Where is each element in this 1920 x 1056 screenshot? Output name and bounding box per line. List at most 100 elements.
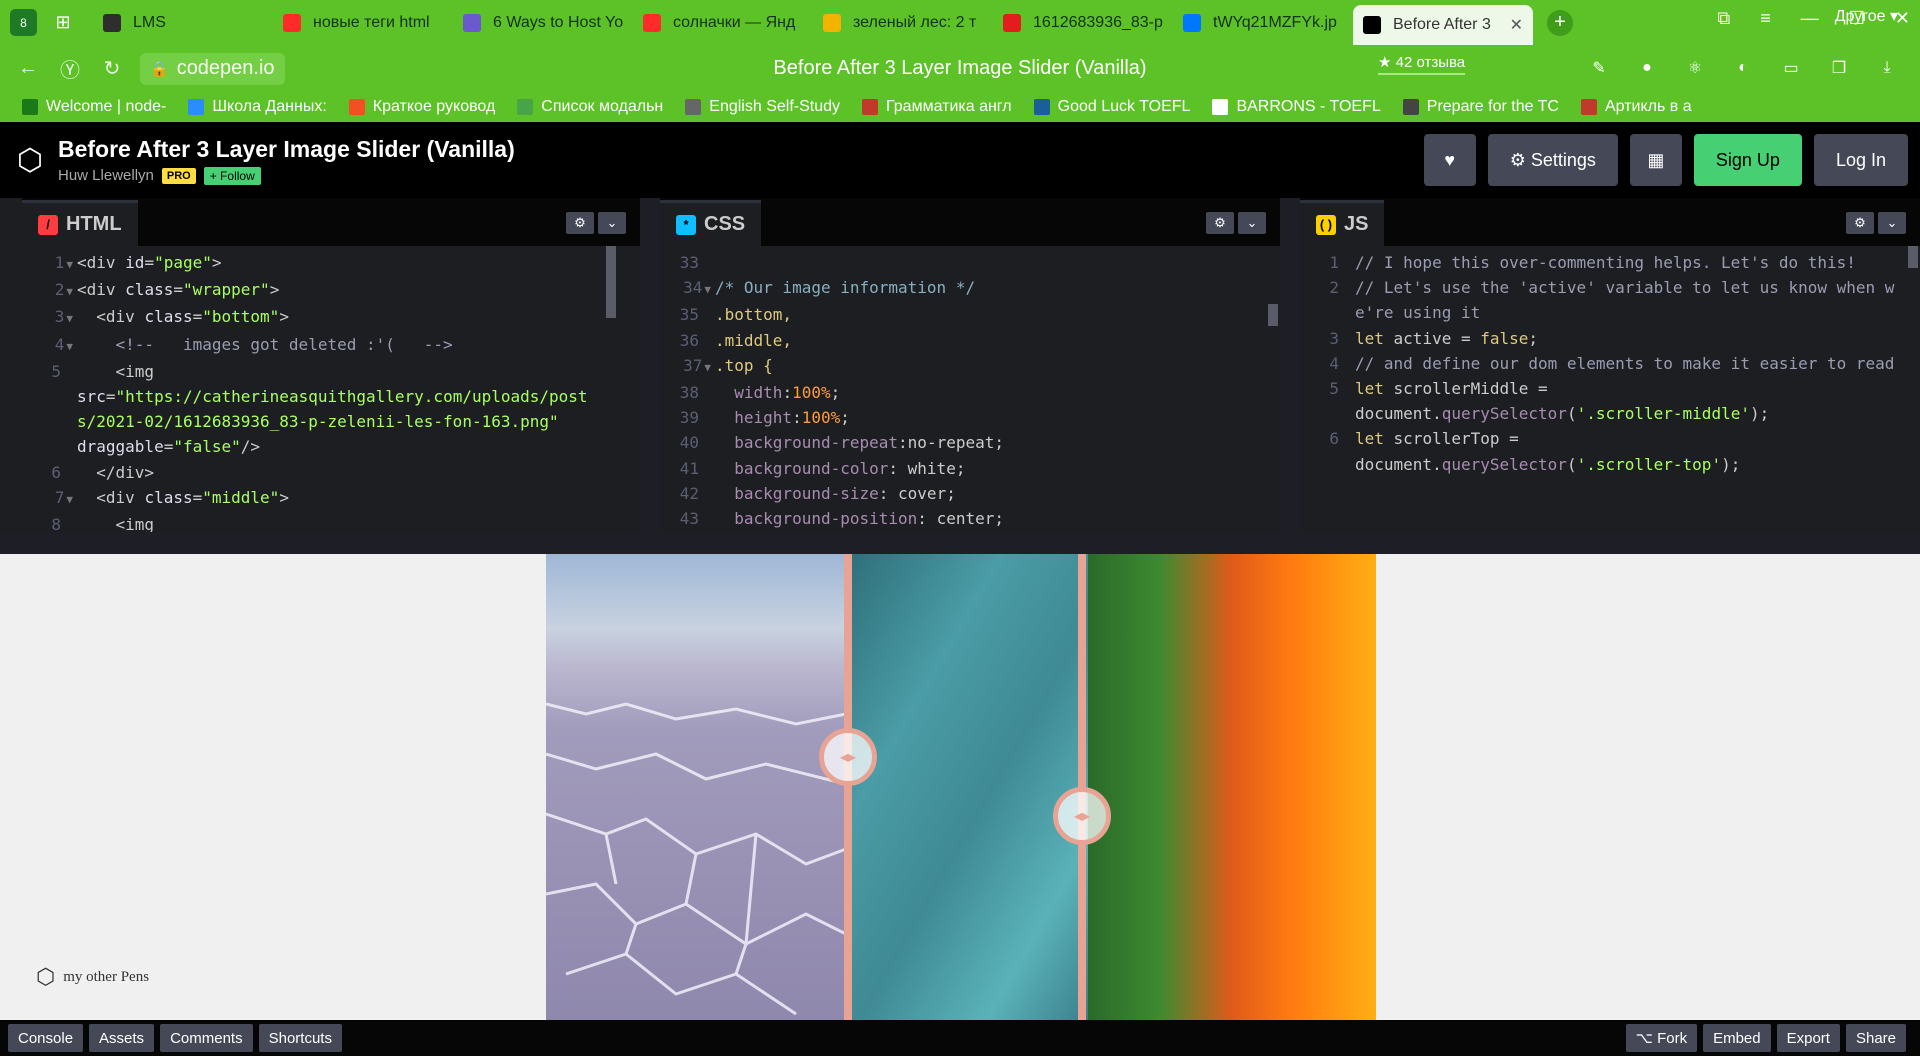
bookmark-item[interactable]: English Self-Study	[685, 98, 840, 116]
browser-tab[interactable]: 6 Ways to Host Yo	[453, 5, 633, 41]
settings-button[interactable]: ⚙ Settings	[1487, 134, 1618, 186]
fold-arrow-icon[interactable]: ▼	[66, 285, 73, 298]
line-number	[1300, 401, 1355, 426]
bookmark-item[interactable]: Welcome | node-	[22, 98, 166, 116]
js-code[interactable]: 1 // I hope this over-commenting helps. L…	[1300, 246, 1920, 477]
yandex-icon[interactable]: Ⓨ	[56, 55, 84, 83]
bottom-embed-button[interactable]: Embed	[1703, 1024, 1771, 1052]
chevron-down-icon[interactable]: ⌄	[1238, 212, 1266, 234]
code-text: .top {	[715, 355, 773, 375]
bookmark-item[interactable]: BARRONS - TOEFL	[1212, 98, 1381, 116]
bottom-comments-button[interactable]: Comments	[160, 1024, 253, 1052]
other-pens-link[interactable]: ⬡ my other Pens	[36, 964, 149, 990]
add-tab-group-icon[interactable]: ⊞	[51, 11, 75, 35]
tab-html[interactable]: / HTML	[22, 200, 138, 246]
signup-button[interactable]: Sign Up	[1693, 134, 1802, 186]
codepen-logo-icon[interactable]: ⬡	[12, 142, 48, 178]
extension-icons: ✎ ● ⚛ ◐ ▭ ❐ ⤓	[1586, 55, 1900, 81]
code-line: 7 ▼ <div class="middle">	[22, 485, 640, 512]
new-tab-button[interactable]: +	[1547, 9, 1573, 36]
header-actions: ♥ ⚙ Settings ▦ Sign Up Log In	[1423, 134, 1908, 186]
tab-title: 6 Ways to Host Yo	[493, 13, 623, 31]
browser-tab[interactable]: Before After 3 ✕	[1353, 5, 1533, 45]
download-icon[interactable]: ⤓	[1874, 55, 1900, 81]
minimize-icon[interactable]: —	[1801, 8, 1819, 29]
bottom-shortcuts-button[interactable]: Shortcuts	[258, 1024, 342, 1052]
collections-icon[interactable]: ❐	[1826, 55, 1852, 81]
gear-icon[interactable]: ⚙	[566, 212, 594, 234]
resize-bar[interactable]	[0, 532, 1920, 554]
pen-info: Before After 3 Layer Image Slider (Vanil…	[58, 136, 515, 185]
tab-favicon-icon	[1183, 13, 1201, 32]
bottom-share-button[interactable]: Share	[1845, 1024, 1906, 1052]
chevron-down-icon[interactable]: ⌄	[598, 212, 626, 234]
bottom-fork-button[interactable]: ⌥ Fork	[1625, 1024, 1698, 1052]
battery-icon[interactable]: ▭	[1778, 55, 1804, 81]
bottom-assets-button[interactable]: Assets	[89, 1024, 155, 1052]
bookmark-item[interactable]: Грамматика англ	[862, 98, 1012, 116]
bookmark-label: BARRONS - TOEFL	[1236, 98, 1381, 115]
html-code[interactable]: 1 ▼ <div id="page"> 2 ▼ <div class="wrapper">…	[22, 246, 640, 537]
pen-extension-icon[interactable]: ✎	[1586, 55, 1612, 81]
scroller-middle-handle[interactable]: ◂▸	[819, 728, 877, 786]
chevron-down-icon[interactable]: ⌄	[1878, 212, 1906, 234]
gear-icon[interactable]: ⚙	[1206, 212, 1234, 234]
code-text: background-size: cover;	[734, 483, 956, 503]
browser-tab[interactable]: 1612683936_83-p	[993, 5, 1173, 41]
ext-icon[interactable]: ●	[1634, 55, 1660, 81]
reload-icon[interactable]: ↻	[98, 55, 126, 83]
browser-tab[interactable]: LMS	[93, 5, 273, 41]
scroller-top-handle[interactable]: ◂▸	[1053, 787, 1111, 845]
menu-icon[interactable]: ≡	[1760, 8, 1771, 29]
slider-divider-middle[interactable]	[844, 554, 852, 1020]
close-tab-icon[interactable]: ✕	[1510, 15, 1523, 35]
browser-tab[interactable]: зеленый лес: 2 т	[813, 5, 993, 41]
fold-arrow-icon[interactable]: ▼	[704, 283, 711, 296]
tab-counter[interactable]: 8	[10, 9, 37, 36]
react-icon[interactable]: ⚛	[1682, 55, 1708, 81]
bookmark-item[interactable]: Артикль в а	[1580, 98, 1692, 116]
browser-tab[interactable]: солначки — Янд	[633, 5, 813, 41]
code-text: <div class="middle">	[77, 487, 289, 507]
tab-css[interactable]: * CSS	[660, 200, 762, 246]
code-line: 40 background-repeat:no-repeat;	[660, 430, 1280, 455]
code-text: width:100%;	[734, 383, 841, 403]
fold-arrow-icon[interactable]: ▼	[66, 493, 73, 506]
css-scrollbar[interactable]	[1268, 304, 1278, 326]
tab-js[interactable]: ( ) JS	[1300, 200, 1385, 246]
gear-icon[interactable]: ⚙	[1846, 212, 1874, 234]
html-scrollbar[interactable]	[606, 246, 616, 318]
js-scrollbar[interactable]	[1908, 246, 1918, 268]
bookmark-item[interactable]: Список модальн	[517, 98, 663, 116]
url-field[interactable]: 🔒 codepen.io	[140, 52, 285, 85]
css-code[interactable]: 33 34 ▼/* Our image information */ 35 .botto…	[660, 246, 1280, 531]
fold-arrow-icon[interactable]: ▼	[704, 361, 711, 374]
bookmark-item[interactable]: Prepare for the TC	[1402, 98, 1559, 116]
follow-button[interactable]: + Follow	[203, 166, 261, 185]
author-name[interactable]: Huw Llewellyn	[58, 167, 154, 184]
login-button[interactable]: Log In	[1813, 134, 1908, 186]
code-line: 6 let scrollerTop =	[1300, 426, 1920, 451]
browser-tab[interactable]: новые теги html	[273, 5, 453, 41]
bookmark-item[interactable]: Школа Данных:	[188, 98, 327, 116]
fold-arrow-icon[interactable]: ▼	[66, 258, 73, 271]
bottom-export-button[interactable]: Export	[1776, 1024, 1840, 1052]
line-number: 6	[1329, 429, 1339, 449]
line-number: 4	[1329, 353, 1339, 373]
contrast-icon[interactable]: ◐	[1730, 55, 1756, 81]
bottom-console-button[interactable]: Console	[8, 1024, 84, 1052]
fold-arrow-icon[interactable]: ▼	[66, 340, 73, 353]
html-label: HTML	[66, 213, 122, 235]
bookmark-item[interactable]: Краткое руковод	[348, 98, 495, 116]
tabs-menu-icon[interactable]: ⧉	[1717, 8, 1730, 29]
fold-arrow-icon[interactable]: ▼	[66, 312, 73, 325]
reviews-link[interactable]: ★ 42 отзыва	[1378, 53, 1466, 75]
browser-tab[interactable]: tWYq21MZFYk.jp	[1173, 5, 1353, 41]
line-number: 4 ▼	[54, 334, 73, 354]
back-icon[interactable]: ←	[14, 55, 42, 83]
heart-button[interactable]: ♥	[1423, 134, 1476, 186]
bookmarks-other[interactable]: Другое ▾	[1835, 6, 1898, 26]
bookmark-item[interactable]: Good Luck TOEFL	[1033, 98, 1190, 116]
pen-title[interactable]: Before After 3 Layer Image Slider (Vanil…	[58, 136, 515, 163]
layout-button[interactable]: ▦	[1629, 134, 1682, 186]
